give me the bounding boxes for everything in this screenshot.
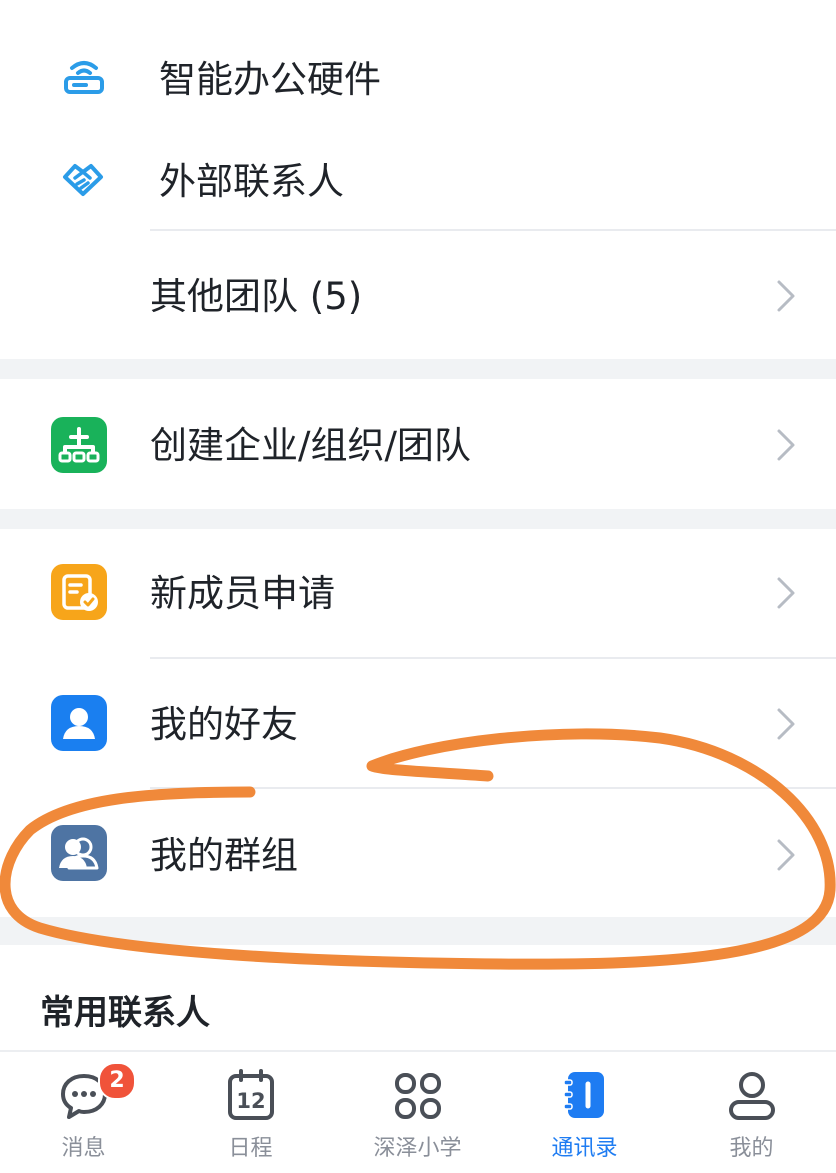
tab-workspace[interactable]: 深泽小学 <box>334 1052 501 1173</box>
row-new-member-requests[interactable]: 新成员申请 <box>0 529 836 657</box>
group-icon <box>51 825 107 881</box>
handshake-icon <box>63 164 103 196</box>
new-member-requests-label: 新成员申请 <box>150 572 335 615</box>
row-my-groups[interactable]: 我的群组 <box>0 789 836 917</box>
section-gap <box>0 359 836 379</box>
profile-icon <box>728 1072 775 1120</box>
office-hardware-label: 智能办公硬件 <box>159 58 381 101</box>
tab-calendar[interactable]: 12 日程 <box>167 1052 334 1173</box>
calendar-icon: 12 <box>227 1069 274 1120</box>
chevron-right-icon <box>777 839 795 871</box>
tab-me-label: 我的 <box>729 1136 774 1161</box>
chevron-right-icon <box>777 708 795 740</box>
row-office-hardware[interactable]: 智能办公硬件 <box>0 30 836 130</box>
section-gap <box>0 917 836 945</box>
create-org-label: 创建企业/组织/团队 <box>150 424 471 467</box>
person-icon <box>51 695 107 751</box>
tab-messages[interactable]: 消息 <box>0 1052 167 1173</box>
my-groups-label: 我的群组 <box>150 834 298 877</box>
external-contacts-label: 外部联系人 <box>159 160 344 203</box>
tab-contacts[interactable]: 通讯录 <box>501 1052 668 1173</box>
org-chart-icon <box>51 417 107 473</box>
tab-calendar-label: 日程 <box>228 1136 273 1161</box>
unread-badge: 2 <box>98 1062 136 1100</box>
tab-me[interactable]: 我的 <box>668 1052 835 1173</box>
frequent-contacts-header: 常用联系人 <box>40 993 210 1033</box>
tab-workspace-label: 深泽小学 <box>373 1136 462 1161</box>
apps-grid-icon <box>394 1073 441 1119</box>
row-other-teams[interactable]: 其他团队 (5) <box>0 231 836 359</box>
row-my-friends[interactable]: 我的好友 <box>0 659 836 787</box>
other-teams-label: 其他团队 (5) <box>150 275 363 318</box>
row-external-contacts[interactable]: 外部联系人 <box>0 132 836 230</box>
my-friends-label: 我的好友 <box>150 703 298 746</box>
section-gap <box>0 509 836 529</box>
contacts-book-icon <box>562 1072 604 1118</box>
tab-contacts-label: 通讯录 <box>551 1136 618 1161</box>
router-icon <box>64 61 104 94</box>
chevron-right-icon <box>777 577 795 609</box>
row-create-org[interactable]: 创建企业/组织/团队 <box>0 379 836 509</box>
chevron-right-icon <box>777 429 795 461</box>
request-calendar-icon <box>51 564 107 620</box>
chevron-right-icon <box>777 280 795 312</box>
tab-messages-label: 消息 <box>61 1136 106 1161</box>
calendar-day: 12 <box>236 1089 265 1113</box>
